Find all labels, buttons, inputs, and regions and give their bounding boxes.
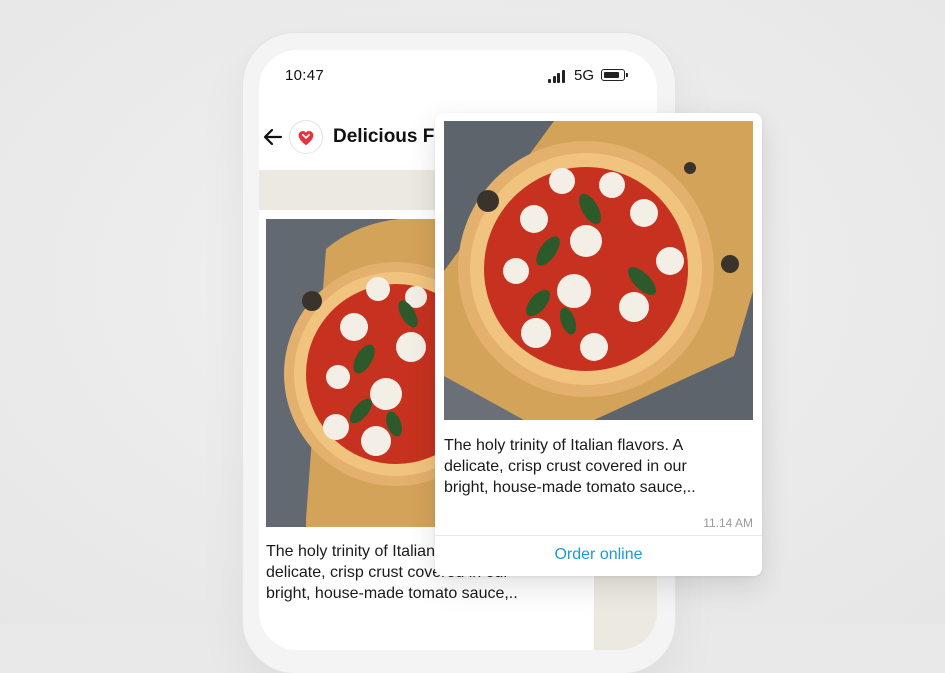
message-line-3: bright, house-made tomato sauce,.. (444, 479, 696, 496)
message-timestamp: 11.14 AM (703, 516, 753, 530)
signal-icon (548, 69, 566, 83)
battery-icon (601, 69, 628, 81)
network-label: 5G (574, 67, 595, 84)
message-line-2: delicate, crisp crust covered in our (444, 458, 687, 475)
heart-logo-icon (298, 131, 314, 146)
pizza-image[interactable] (444, 121, 753, 420)
arrow-left-icon[interactable] (261, 125, 285, 149)
message-line-1: The holy trinity of Italian flavors. A (444, 437, 684, 454)
message-card: The holy trinity of Italian flavors. A d… (435, 113, 762, 576)
message-line-3: bright, house-made tomato sauce,.. (266, 585, 518, 602)
order-online-button[interactable]: Order online (435, 536, 762, 576)
message-text: The holy trinity of Italian flavors. A d… (444, 435, 744, 498)
status-bar: 10:47 5G (259, 50, 657, 100)
status-time: 10:47 (285, 67, 325, 84)
avatar[interactable] (289, 120, 323, 154)
pizza-photo (444, 121, 753, 420)
